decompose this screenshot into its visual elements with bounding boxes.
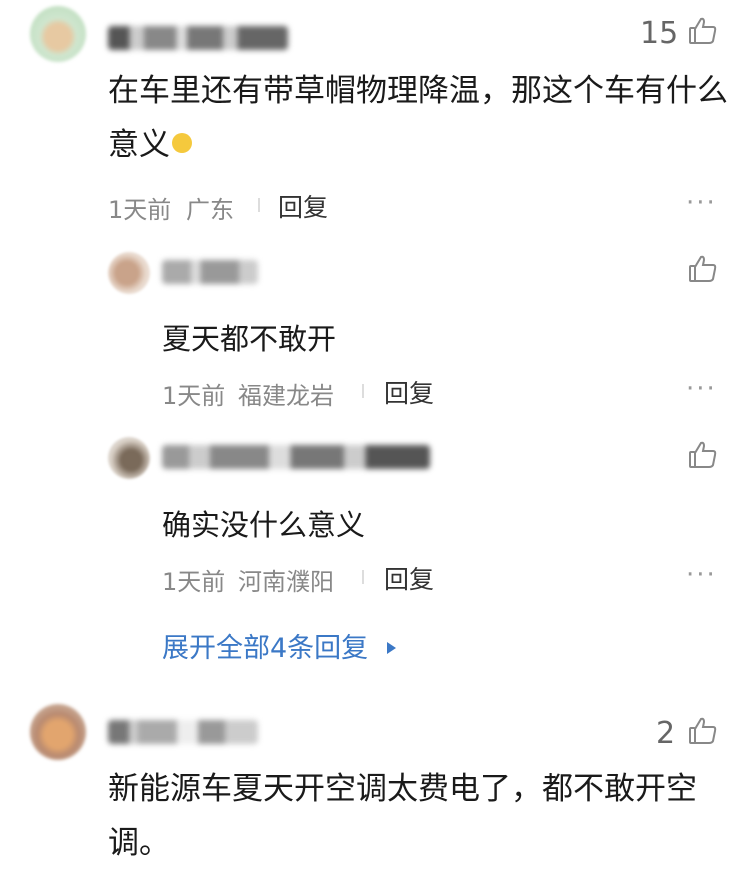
thumbs-up-icon[interactable]: [688, 440, 718, 470]
username[interactable]: [108, 720, 258, 744]
avatar[interactable]: [30, 704, 86, 760]
triangle-right-icon: [386, 641, 396, 654]
avatar[interactable]: [30, 6, 86, 62]
reply-time: 1天前: [162, 568, 226, 596]
more-icon[interactable]: ···: [686, 560, 717, 590]
expand-label: 展开全部4条回复: [162, 633, 369, 664]
reply-text: 夏天都不敢开: [162, 322, 337, 356]
reply-button[interactable]: 回复: [278, 188, 328, 224]
avatar[interactable]: [108, 252, 150, 294]
more-icon[interactable]: ···: [686, 188, 717, 218]
comment-location: 广东: [186, 196, 234, 224]
thumbs-up-icon[interactable]: [688, 254, 718, 284]
username[interactable]: [162, 445, 430, 469]
divider: [258, 198, 260, 212]
comment-text: 在车里还有带草帽物理降温，那这个车有什么意义: [108, 73, 728, 163]
like-count: 2: [656, 716, 676, 751]
divider: [362, 570, 364, 584]
comment-time: 1天前: [108, 196, 172, 224]
laughing-emoji-icon: [172, 132, 192, 153]
reply-location: 河南濮阳: [238, 568, 334, 596]
reply-time: 1天前: [162, 382, 226, 410]
like-count: 15: [640, 16, 679, 51]
divider: [362, 384, 364, 398]
thumbs-up-icon[interactable]: [688, 716, 718, 746]
reply-button[interactable]: 回复: [384, 560, 434, 596]
username[interactable]: [108, 26, 288, 50]
thumbs-up-icon[interactable]: [688, 16, 718, 46]
more-icon[interactable]: ···: [686, 374, 717, 404]
comment-text: 新能源车夏天开空调太费电了，都不敢开空调。: [108, 771, 697, 861]
reply-button[interactable]: 回复: [384, 374, 434, 410]
reply-location: 福建龙岩: [238, 382, 334, 410]
expand-replies-link[interactable]: 展开全部4条回复: [162, 626, 396, 665]
reply-text: 确实没什么意义: [162, 508, 366, 542]
avatar[interactable]: [108, 437, 150, 479]
username[interactable]: [162, 260, 258, 284]
